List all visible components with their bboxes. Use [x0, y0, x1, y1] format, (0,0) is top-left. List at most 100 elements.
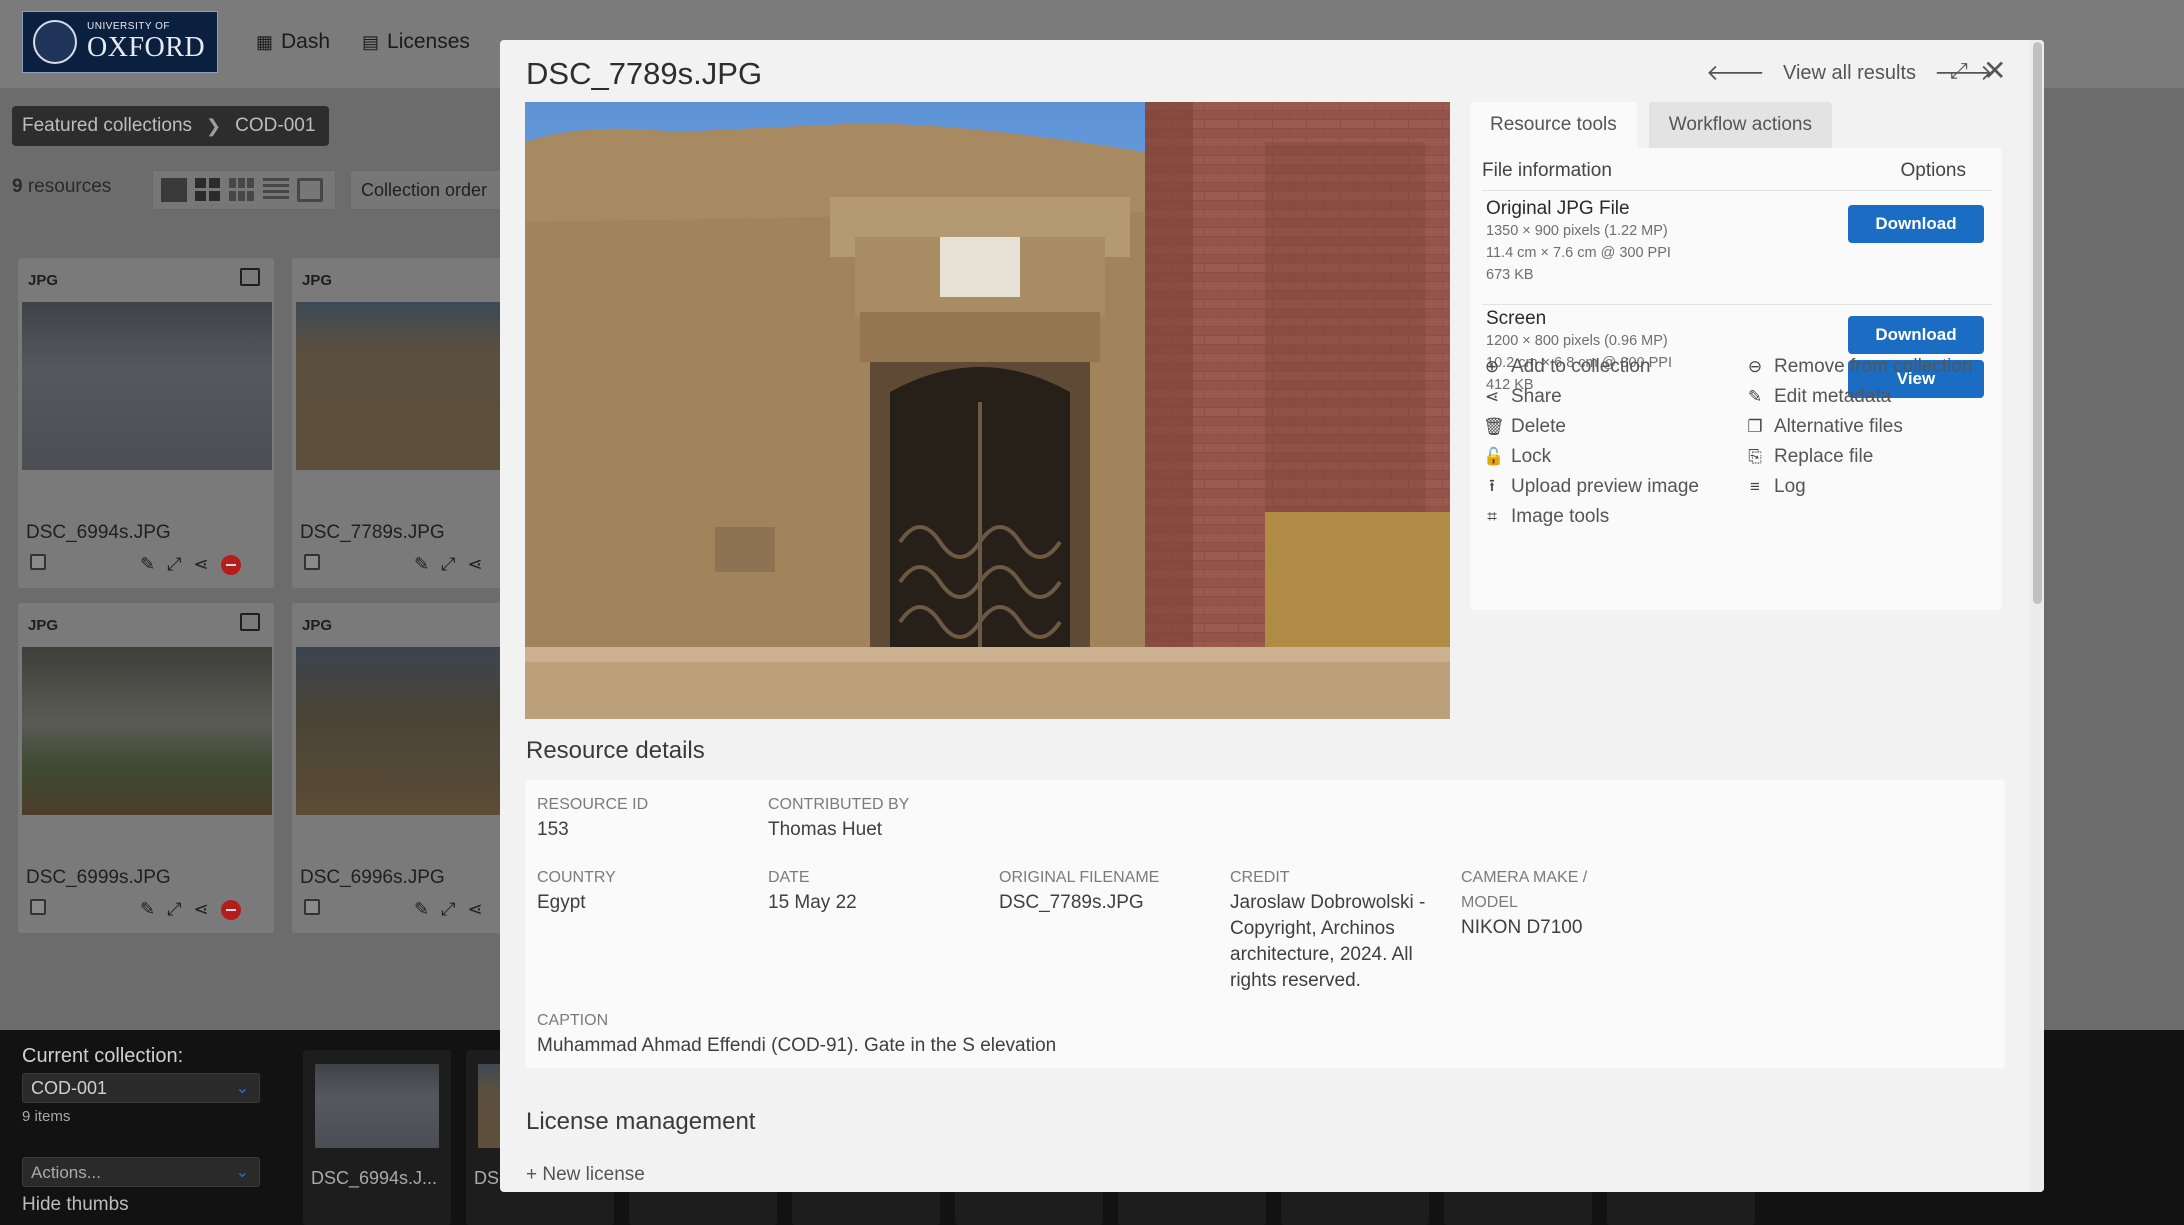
file-import-icon: ⎘ — [1748, 447, 1762, 466]
modal-scrollbar[interactable] — [2030, 40, 2044, 1192]
sort-order-select[interactable]: Collection order — [350, 170, 510, 210]
expand-icon[interactable]: ⤢ — [167, 554, 181, 575]
share-icon[interactable]: ⋖ — [194, 554, 209, 575]
expand-icon[interactable]: ⤢ — [441, 554, 455, 575]
download-screen-button[interactable]: Download — [1848, 316, 1984, 354]
action-label: Remove from collection — [1774, 356, 1973, 377]
previous-arrow-icon[interactable]: 🡐 — [1706, 60, 1765, 86]
fullscreen-icon[interactable]: ⤢ — [1950, 58, 1968, 84]
resource-thumbnail[interactable] — [22, 302, 272, 470]
share-icon: ⋖ — [1484, 387, 1500, 406]
map-view-icon[interactable] — [297, 178, 323, 202]
resource-card[interactable]: JPG DSC_6994s.JPG ✎ ⤢ ⋖ — [18, 258, 274, 588]
edit-icon[interactable]: ✎ — [414, 899, 429, 920]
select-checkbox[interactable] — [304, 554, 320, 570]
small-thumbs-view-icon[interactable] — [229, 178, 255, 202]
resource-tabs: Resource tools Workflow actions — [1470, 102, 1832, 148]
field-original-filename: Original filename DSC_7789s.JPG — [999, 865, 1159, 916]
remove-icon[interactable] — [220, 899, 241, 920]
file-type-label: JPG — [302, 617, 333, 634]
view-mode-switcher — [152, 170, 336, 210]
current-collection-label: Current collection: — [22, 1045, 184, 1067]
add-to-collection-action[interactable]: ⊕ Add to collection — [1483, 352, 1699, 382]
logo-big-text: OXFORD — [87, 32, 206, 63]
action-label: Upload preview image — [1511, 476, 1699, 497]
delete-action[interactable]: 🗑 Delete — [1483, 412, 1699, 442]
replace-file-action[interactable]: ⎘ Replace file — [1746, 442, 1973, 472]
chevron-right-icon: ❯ — [206, 115, 222, 136]
nav-licenses-label: Licenses — [387, 30, 470, 53]
upload-preview-action[interactable]: ⭱ Upload preview image — [1483, 472, 1699, 502]
list-view-icon[interactable] — [263, 178, 289, 202]
resource-thumbnail[interactable] — [22, 647, 272, 815]
action-label: Lock — [1511, 446, 1552, 467]
field-camera: Camera make / model NIKON D7100 — [1461, 865, 1636, 941]
resource-actions-left: ⊕ Add to collection ⋖ Share 🗑 Delete 🔓 Lock … — [1483, 352, 1699, 532]
view-all-results-link[interactable]: View all results — [1783, 62, 1916, 85]
resource-name[interactable]: DSC_6996s.JPG — [300, 867, 445, 889]
hide-thumbs-link[interactable]: Hide thumbs — [22, 1194, 129, 1216]
file-information-label: File information — [1482, 160, 1612, 181]
expand-icon[interactable]: ⤢ — [441, 899, 455, 920]
large-thumbs-view-icon[interactable] — [161, 178, 187, 202]
collection-select[interactable]: COD-001 ⌄ — [22, 1073, 260, 1103]
new-license-link[interactable]: + New license — [526, 1164, 645, 1186]
tab-workflow-actions[interactable]: Workflow actions — [1648, 102, 1832, 148]
file-type-label: JPG — [28, 272, 59, 289]
field-value: Thomas Huet — [768, 819, 883, 840]
alternative-files-action[interactable]: ❐ Alternative files — [1746, 412, 1973, 442]
edit-icon[interactable]: ✎ — [140, 899, 155, 920]
share-icon[interactable]: ⋖ — [468, 899, 483, 920]
lock-action[interactable]: 🔓 Lock — [1483, 442, 1699, 472]
expand-icon[interactable]: ⤢ — [167, 899, 181, 920]
upload-icon: ⭱ — [1489, 475, 1495, 495]
resource-details-title: Resource details — [526, 737, 705, 764]
share-icon[interactable]: ⋖ — [194, 899, 209, 920]
minus-circle-icon: ⊖ — [1747, 357, 1763, 376]
resource-name[interactable]: DSC_6994s.JPG — [26, 522, 171, 544]
breadcrumb-current[interactable]: COD-001 — [235, 115, 315, 137]
collection-thumb-slot — [1607, 1190, 1755, 1225]
collection-thumb-image — [315, 1064, 439, 1148]
resource-actions-right: ⊖ Remove from collection ✎ Edit metadata ❐… — [1746, 352, 1973, 502]
modal-scrollbar-thumb[interactable] — [2033, 42, 2042, 604]
field-label: Country — [537, 869, 616, 886]
share-icon[interactable]: ⋖ — [468, 554, 483, 575]
nav-dash[interactable]: ▦ Dash — [256, 30, 330, 54]
tab-resource-tools[interactable]: Resource tools — [1470, 102, 1637, 148]
divider — [1482, 304, 1992, 305]
nav-dash-label: Dash — [281, 30, 331, 53]
download-original-button[interactable]: Download — [1848, 205, 1984, 243]
thumbs-view-icon[interactable] — [195, 178, 221, 202]
edit-icon[interactable]: ✎ — [140, 554, 155, 575]
field-value: Muhammad Ahmad Effendi (COD-91). Gate in… — [537, 1035, 1057, 1056]
collection-thumb[interactable]: DSC_6994s.J... — [303, 1050, 451, 1225]
select-checkbox[interactable] — [30, 899, 46, 915]
resource-name[interactable]: DSC_7789s.JPG — [300, 522, 445, 544]
collection-select-value: COD-001 — [31, 1078, 108, 1098]
field-value: 153 — [537, 819, 569, 840]
share-action[interactable]: ⋖ Share — [1483, 382, 1699, 412]
resource-preview-image[interactable] — [525, 102, 1450, 719]
close-icon[interactable]: ✕ — [1983, 54, 2006, 87]
resource-title: DSC_7789s.JPG — [526, 56, 763, 91]
select-checkbox[interactable] — [304, 899, 320, 915]
field-value: Egypt — [537, 892, 586, 913]
nav-licenses[interactable]: ▤ Licenses — [362, 30, 470, 54]
collection-actions-select[interactable]: Actions... ⌄ — [22, 1157, 260, 1187]
log-action[interactable]: ≡ Log — [1746, 472, 1973, 502]
breadcrumb-featured-collections[interactable]: Featured collections — [22, 115, 192, 137]
select-checkbox[interactable] — [30, 554, 46, 570]
new-license-label: New license — [542, 1164, 645, 1185]
remove-icon[interactable] — [220, 554, 241, 575]
resource-card[interactable]: JPG DSC_6999s.JPG ✎ ⤢ ⋖ — [18, 603, 274, 933]
resource-preview-modal: DSC_7789s.JPG 🡐 View all results 🡒 ⤢ ✕ R… — [500, 40, 2044, 1192]
oxford-logo[interactable]: UNIVERSITY OF OXFORD — [22, 11, 218, 73]
resource-name[interactable]: DSC_6999s.JPG — [26, 867, 171, 889]
image-tools-action[interactable]: ⌗ Image tools — [1483, 502, 1699, 532]
edit-icon[interactable]: ✎ — [414, 554, 429, 575]
image-icon — [240, 613, 260, 631]
remove-from-collection-action[interactable]: ⊖ Remove from collection — [1746, 352, 1973, 382]
trash-icon: 🗑 — [1483, 417, 1505, 436]
edit-metadata-action[interactable]: ✎ Edit metadata — [1746, 382, 1973, 412]
